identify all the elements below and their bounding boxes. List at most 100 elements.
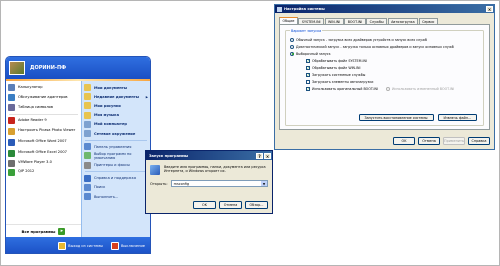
place-item[interactable]: Справка и поддержка (82, 174, 150, 183)
radio-button[interactable] (290, 51, 294, 56)
place-item[interactable]: Панель управления (82, 142, 150, 151)
system-config-titlebar[interactable]: Настройка системы × (275, 5, 494, 13)
cancel-button[interactable]: Отмена (219, 201, 242, 209)
open-input-value: msconfig (173, 181, 190, 186)
shutdown-button[interactable]: Выключение (110, 242, 145, 250)
radio-label: Диагностический запуск - загрузка только… (296, 44, 454, 49)
startup-option-radio[interactable]: Выборочный запуск (290, 50, 479, 57)
all-programs-label: Все программы (21, 228, 56, 234)
divider (9, 113, 78, 115)
place-label: Мои документы (93, 85, 128, 90)
place-item[interactable]: Выбор программ по умолчанию (82, 151, 150, 160)
modified-bootini-option: Использовать измененный BOOT.INI (385, 86, 454, 91)
window-icon (277, 6, 282, 12)
logoff-button[interactable]: Выход из системы (58, 242, 103, 250)
program-item[interactable]: QIP 2012 (6, 168, 81, 177)
ok-button[interactable]: OK (193, 201, 216, 209)
expand-file-button[interactable]: Извлечь файл... (437, 114, 477, 121)
power-icon (110, 242, 119, 250)
checkbox[interactable]: ✓ (306, 86, 310, 91)
all-programs-button[interactable]: Все программы ▸ (6, 224, 81, 237)
place-label: Панель управления (93, 144, 132, 149)
program-label: Обслуживание адаптеров (18, 94, 68, 99)
program-item[interactable]: Adobe Reader 9 (6, 116, 81, 125)
place-item[interactable]: Мой компьютер (82, 120, 150, 129)
qip-icon (8, 168, 15, 176)
program-item[interactable]: Калькулятор (6, 83, 81, 92)
start-menu-footer: Выход из системы Выключение (6, 237, 150, 253)
program-item[interactable]: Microsoft Office Word 2007 (6, 137, 81, 148)
help-button[interactable]: Справка (468, 137, 490, 145)
tab-bar: Общие SYSTEM.INI WIN.INI BOOT.INI Службы Авто… (275, 13, 494, 24)
radio-button (385, 86, 390, 91)
run-icon (83, 193, 91, 201)
program-item[interactable]: Настроить Picasa Photo Viewer (6, 126, 81, 137)
open-input[interactable]: msconfig ▼ (170, 180, 268, 187)
checkbox[interactable] (306, 79, 310, 84)
program-label: Таблица символов (18, 104, 53, 109)
start-menu: ДОРИНИ-ПФ Калькулятор Обслуживание адапте… (5, 56, 151, 254)
close-button[interactable]: × (486, 6, 493, 12)
apply-button[interactable]: Применить (443, 137, 465, 145)
selective-option-checkbox[interactable]: ✓ Обрабатывать файл WIN.INI (290, 64, 479, 71)
arrow-right-icon: ▸ (58, 227, 66, 235)
start-menu-places: Мои документы Недавние документы ▶ Мои рису… (80, 81, 150, 237)
tab-item[interactable]: Общие (279, 17, 298, 24)
place-item[interactable]: Мои документы (82, 83, 150, 92)
help-title-button[interactable]: ? (256, 152, 263, 159)
place-item[interactable]: Сетевое окружение (82, 129, 150, 138)
place-item[interactable]: Недавние документы ▶ (82, 92, 150, 101)
place-item[interactable]: Принтеры и факсы (82, 161, 150, 170)
start-menu-programs: Калькулятор Обслуживание адаптеров Таблица… (6, 81, 81, 237)
system-config-window: Настройка системы × Общие SYSTEM.INI WIN.I… (274, 4, 495, 150)
radio-button[interactable] (290, 44, 294, 49)
avatar[interactable] (9, 61, 25, 75)
close-button[interactable]: × (264, 152, 271, 159)
place-label: Выполнить... (93, 194, 119, 199)
place-label: Выбор программ по умолчанию (93, 151, 132, 160)
place-item[interactable]: Поиск (82, 183, 150, 192)
checkbox[interactable]: ✓ (306, 72, 310, 77)
startup-option-radio[interactable]: Диагностический запуск - загрузка только… (290, 43, 479, 50)
place-label: Мои рисунки (93, 103, 121, 108)
printer-icon (83, 161, 91, 169)
program-label: Microsoft Office Word 2007 (18, 139, 67, 144)
selective-option-checkbox[interactable]: ✓ Использовать оригинальный BOOT.INI Испол… (290, 85, 479, 92)
startup-option-radio[interactable]: Обычный запуск - загрузка всех драйверов… (290, 36, 479, 43)
ok-button[interactable]: OK (393, 137, 415, 145)
chevron-down-icon[interactable]: ▼ (261, 181, 267, 186)
run-dialog-titlebar[interactable]: Запуск программы ? × (146, 151, 272, 160)
place-item[interactable]: Моя музыка (82, 111, 150, 120)
place-item[interactable]: Выполнить... (82, 192, 150, 201)
music-icon (83, 111, 91, 119)
place-label: Поиск (93, 185, 106, 190)
tab-panel-general: Вариант запуска Обычный запуск - загрузк… (279, 24, 490, 130)
startup-selection-group: Вариант запуска Обычный запуск - загрузк… (285, 28, 484, 126)
selective-option-checkbox[interactable]: ✓ Обрабатывать файл SYSTEM.INI (290, 57, 479, 64)
place-label: Недавние документы (93, 94, 140, 99)
adobe-reader-icon (8, 117, 15, 125)
run-dialog: Запуск программы ? × Введите имя програм… (145, 150, 273, 214)
selective-option-checkbox[interactable]: Загружать элементы автозагрузки (290, 78, 479, 85)
divider (84, 139, 147, 141)
checkbox[interactable]: ✓ (306, 58, 310, 63)
system-restore-button[interactable]: Запустить восстановление системы (358, 114, 434, 121)
program-label: Калькулятор (18, 84, 43, 89)
group-title: Вариант запуска (290, 28, 323, 33)
search-icon (83, 183, 91, 191)
program-item[interactable]: VMWare Player 3.0 (6, 159, 81, 168)
browse-button[interactable]: Обзор... (245, 201, 268, 209)
program-item[interactable]: Обслуживание адаптеров (6, 92, 81, 103)
logoff-label: Выход из системы (68, 244, 103, 248)
program-item[interactable]: Таблица символов (6, 103, 81, 112)
recent-documents-icon (83, 93, 91, 101)
program-item[interactable]: Microsoft Office Excel 2007 (6, 148, 81, 159)
cancel-button[interactable]: Отмена (418, 137, 440, 145)
radio-button[interactable] (290, 37, 294, 42)
checkbox[interactable]: ✓ (306, 65, 310, 70)
radio-label: Обычный запуск - загрузка всех драйверов… (296, 37, 428, 42)
selective-option-checkbox[interactable]: ✓ Загружать системные службы (290, 71, 479, 78)
logoff-icon (58, 242, 67, 250)
open-label: Открыть: (150, 181, 168, 186)
place-item[interactable]: Мои рисунки (82, 101, 150, 110)
